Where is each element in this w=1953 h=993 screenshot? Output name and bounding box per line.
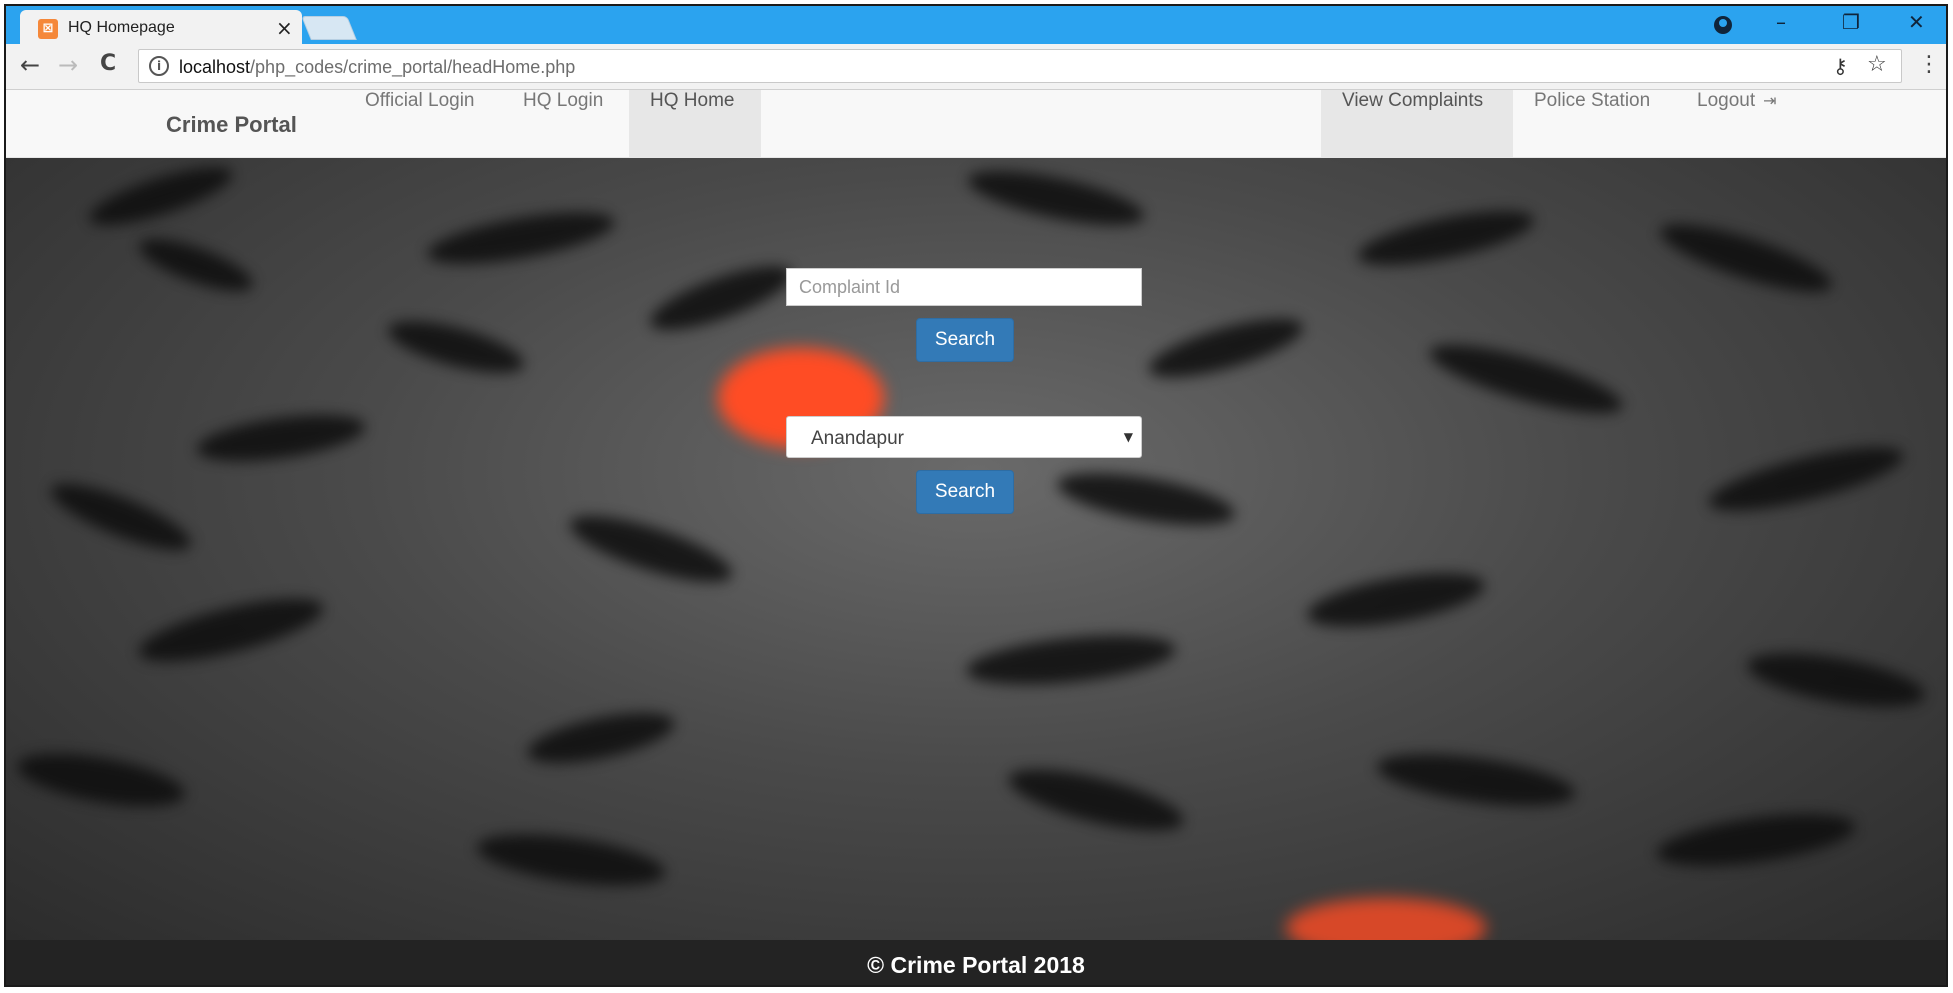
browser-tab[interactable]: ⊠ HQ Homepage × (20, 10, 302, 44)
url-text: localhost/php_codes/crime_portal/headHom… (179, 57, 575, 78)
logout-label: Logout (1697, 90, 1756, 111)
key-icon[interactable]: ⚷ (1833, 54, 1848, 78)
background-shape (1303, 562, 1489, 638)
back-icon[interactable]: ← (20, 51, 40, 79)
browser-window: ⊠ HQ Homepage × – ❐ ✕ ← → C i localhost/… (4, 4, 1948, 987)
nav-hq-home[interactable]: HQ Home (629, 90, 761, 157)
background-shape (383, 310, 529, 384)
url-host: localhost (179, 57, 251, 77)
search-station-button[interactable]: Search (916, 470, 1014, 514)
background-shape (1743, 642, 1929, 718)
reload-icon[interactable]: C (100, 51, 116, 76)
background-shape (1653, 804, 1859, 876)
forward-icon[interactable]: → (58, 51, 78, 79)
page-footer: © Crime Portal 2018 (6, 940, 1946, 985)
background-shape (563, 502, 739, 596)
dropdown-arrow-icon: ▼ (1123, 430, 1133, 444)
background-shape (133, 585, 329, 675)
background-shape (1424, 331, 1628, 427)
nav-view-complaints[interactable]: View Complaints (1321, 90, 1513, 157)
background-shape (1373, 744, 1579, 816)
logout-icon: ⇥ (1763, 91, 1777, 110)
menu-icon[interactable]: ⋮ (1918, 52, 1940, 77)
address-bar[interactable]: i localhost/php_codes/crime_portal/headH… (138, 49, 1902, 83)
close-tab-icon[interactable]: × (276, 16, 293, 40)
new-tab-button[interactable] (301, 16, 357, 40)
background-shape (133, 228, 259, 302)
nav-logout[interactable]: Logout ⇥ (1676, 90, 1798, 157)
complaint-id-input[interactable] (786, 268, 1142, 306)
hero-background: Search Anandapur ▼ Search (6, 158, 1946, 940)
minimize-icon[interactable]: – (1776, 10, 1786, 34)
browser-toolbar: ← → C i localhost/php_codes/crime_portal… (6, 44, 1946, 90)
police-station-select[interactable]: Anandapur ▼ (786, 416, 1142, 458)
nav-hq-login[interactable]: HQ Login (502, 90, 624, 157)
xampp-icon: ⊠ (38, 19, 58, 39)
background-shape (643, 253, 799, 343)
profile-icon[interactable] (1714, 16, 1732, 34)
background-shape (194, 406, 368, 470)
background-shape (1053, 462, 1239, 536)
background-shape (964, 627, 1178, 693)
info-icon[interactable]: i (149, 56, 169, 76)
star-icon[interactable]: ☆ (1867, 52, 1887, 77)
background-shape (44, 471, 198, 563)
footer-text: © Crime Portal 2018 (867, 952, 1085, 978)
nav-police-station[interactable]: Police Station (1513, 90, 1671, 157)
background-shape (1703, 434, 1909, 524)
background-shape (523, 702, 679, 774)
url-path: /php_codes/crime_portal/headHome.php (250, 57, 576, 77)
site-navbar: Crime Portal Official Login HQ Login HQ … (6, 90, 1946, 158)
brand-link[interactable]: Crime Portal (166, 112, 297, 138)
red-piece-shape (1286, 898, 1486, 940)
background-shape (963, 159, 1149, 237)
search-complaint-button[interactable]: Search (916, 318, 1014, 362)
background-shape (1654, 211, 1838, 305)
background-shape (1003, 756, 1189, 844)
background-shape (423, 201, 619, 275)
browser-titlebar: ⊠ HQ Homepage × – ❐ ✕ (6, 6, 1946, 44)
tab-title: HQ Homepage (68, 19, 175, 36)
restore-icon[interactable]: ❐ (1842, 10, 1860, 34)
nav-official-login[interactable]: Official Login (344, 90, 496, 157)
background-shape (1143, 306, 1309, 390)
background-shape (473, 824, 669, 896)
close-window-icon[interactable]: ✕ (1908, 10, 1925, 34)
background-shape (84, 158, 238, 237)
background-shape (1353, 199, 1539, 277)
background-shape (13, 743, 189, 817)
station-selected-value: Anandapur (811, 428, 904, 449)
